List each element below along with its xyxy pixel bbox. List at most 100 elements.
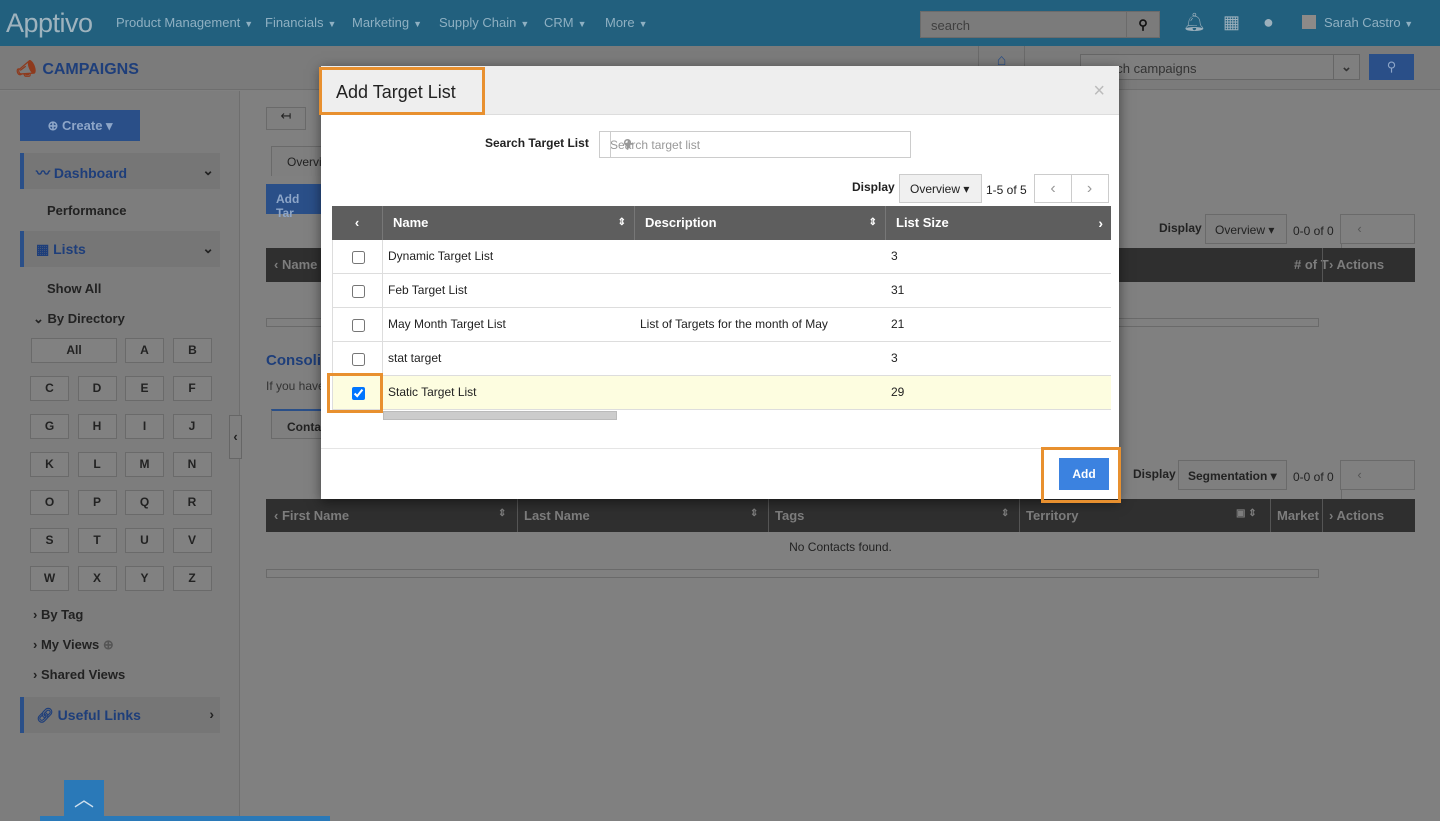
name-cell[interactable]: Feb Target List — [383, 274, 635, 307]
sidebar-item-lists[interactable]: ▦ Lists ⌄ — [20, 231, 220, 267]
letter-a[interactable]: A — [125, 338, 164, 363]
description-column[interactable]: Description ⇕ — [635, 206, 886, 240]
close-icon[interactable]: × — [1093, 80, 1105, 103]
letter-r[interactable]: R — [172, 490, 212, 515]
letter-e[interactable]: E — [125, 376, 164, 401]
name-column[interactable]: ‹ Name — [274, 257, 317, 272]
campaign-search-input[interactable]: search campaigns ⌄ — [1080, 54, 1360, 80]
display-select[interactable]: Overview ▾ — [1205, 214, 1287, 244]
global-search-input[interactable]: search ⚲ — [920, 11, 1160, 38]
search-icon[interactable]: ⚲ — [1126, 12, 1159, 37]
prev-page-button[interactable]: ‹ — [1341, 215, 1378, 243]
list-size-column[interactable]: List Size › — [886, 206, 1111, 240]
campaign-search-button[interactable]: ⚲ — [1369, 54, 1414, 80]
letter-s[interactable]: S — [30, 528, 69, 553]
letter-o[interactable]: O — [30, 490, 69, 515]
people-icon[interactable]: ● — [1263, 12, 1274, 33]
bell-icon[interactable]: 🔔︎ — [1183, 12, 1206, 33]
letter-t[interactable]: T — [77, 528, 117, 553]
letter-k[interactable]: K — [30, 452, 69, 477]
letter-j[interactable]: J — [172, 414, 212, 439]
filter-icon[interactable]: ▣ ⇕ — [1236, 508, 1257, 519]
table-row[interactable]: May Month Target List List of Targets fo… — [332, 308, 1111, 342]
first-name-column[interactable]: ‹ First Name — [274, 508, 349, 523]
store-icon[interactable]: ▦ — [1223, 12, 1240, 33]
letter-b[interactable]: B — [173, 338, 212, 363]
sidebar-item-by-directory[interactable]: ⌄ By Directory — [33, 311, 125, 327]
horizontal-scrollbar[interactable] — [383, 411, 617, 420]
display-select[interactable]: Segmentation ▾ — [1178, 460, 1287, 490]
tags-column[interactable]: Tags — [768, 499, 810, 532]
name-cell[interactable]: stat target — [383, 342, 635, 375]
sidebar-item-my-views[interactable]: › My Views ⊕ — [33, 637, 114, 653]
create-button[interactable]: ⊕ Create ▾ — [20, 110, 140, 141]
sidebar-item-dashboard[interactable]: 〰 Dashboard ⌄ — [20, 153, 220, 189]
display-select[interactable]: Overview ▾ — [899, 174, 982, 203]
letter-g[interactable]: G — [30, 414, 69, 439]
nav-product-management[interactable]: Product Management ▼ — [116, 15, 253, 30]
territory-column[interactable]: Territory — [1019, 499, 1085, 532]
scroll-up-button[interactable]: ︿ — [64, 780, 104, 821]
letter-y[interactable]: Y — [125, 566, 164, 591]
last-name-column[interactable]: Last Name — [517, 499, 596, 532]
sidebar-item-show-all[interactable]: Show All — [47, 281, 101, 296]
letter-p[interactable]: P — [77, 490, 117, 515]
table-row[interactable]: Dynamic Target List 3 — [332, 240, 1111, 274]
back-button[interactable]: ↤ — [266, 107, 306, 130]
add-button[interactable]: Add — [1059, 458, 1109, 490]
collapse-sidebar-button[interactable]: ‹ — [229, 415, 242, 459]
nav-marketing[interactable]: Marketing ▼ — [352, 15, 422, 30]
plus-icon[interactable]: + — [610, 132, 646, 157]
row-checkbox[interactable] — [352, 285, 365, 298]
letter-d[interactable]: D — [77, 376, 117, 401]
letter-m[interactable]: M — [125, 452, 164, 477]
apptivo-logo[interactable]: Apptivo — [6, 8, 93, 39]
letter-l[interactable]: L — [77, 452, 117, 477]
chevron-down-icon[interactable]: ⌄ — [1333, 55, 1359, 79]
letter-h[interactable]: H — [77, 414, 117, 439]
market-column[interactable]: Market — [1270, 499, 1325, 532]
letter-i[interactable]: I — [125, 414, 164, 439]
app-title[interactable]: 📣︎ CAMPAIGNS — [16, 59, 139, 79]
sidebar-item-shared-views[interactable]: › Shared Views — [33, 667, 125, 682]
letter-z[interactable]: Z — [172, 566, 212, 591]
next-page-button[interactable]: › — [1071, 175, 1107, 202]
letter-v[interactable]: V — [172, 528, 212, 553]
nav-more[interactable]: More ▼ — [605, 15, 648, 30]
name-cell[interactable]: Static Target List — [383, 376, 635, 409]
letter-all[interactable]: All — [31, 338, 117, 363]
scroll-left-icon[interactable]: ‹ — [332, 206, 383, 240]
nav-supply-chain[interactable]: Supply Chain ▼ — [439, 15, 529, 30]
letter-n[interactable]: N — [172, 452, 212, 477]
sidebar-item-useful-links[interactable]: 🔗︎ Useful Links › — [20, 697, 220, 733]
letter-c[interactable]: C — [30, 376, 69, 401]
add-view-icon[interactable]: ⊕ — [103, 637, 114, 652]
letter-q[interactable]: Q — [125, 490, 164, 515]
nav-financials[interactable]: Financials ▼ — [265, 15, 336, 30]
actions-column[interactable]: › Actions — [1322, 499, 1390, 532]
sidebar-item-performance[interactable]: Performance — [47, 203, 126, 218]
user-menu[interactable]: Sarah Castro ▼ — [1302, 15, 1413, 30]
letter-w[interactable]: W — [30, 566, 69, 591]
prev-page-button[interactable]: ‹ — [1035, 175, 1071, 202]
sidebar-item-by-tag[interactable]: › By Tag — [33, 607, 83, 622]
name-column[interactable]: Name ⇕ — [383, 206, 635, 240]
name-cell[interactable]: May Month Target List — [383, 308, 635, 341]
row-checkbox[interactable] — [352, 319, 365, 332]
table-row[interactable]: Feb Target List 31 — [332, 274, 1111, 308]
letter-x[interactable]: X — [77, 566, 117, 591]
table-row[interactable]: stat target 3 — [332, 342, 1111, 376]
horizontal-scrollbar[interactable] — [266, 569, 1319, 578]
letter-u[interactable]: U — [125, 528, 164, 553]
actions-column[interactable]: › Actions — [1322, 248, 1390, 282]
add-target-button[interactable]: Add Tar — [266, 184, 321, 220]
row-checkbox[interactable] — [352, 353, 365, 366]
scroll-right-icon[interactable]: › — [1098, 206, 1103, 240]
target-list-search-input[interactable]: Search target list ⚲ + — [599, 131, 911, 158]
prev-page-button[interactable]: ‹ — [1341, 461, 1378, 489]
nav-crm[interactable]: CRM ▼ — [544, 15, 587, 30]
row-checkbox[interactable] — [352, 251, 365, 264]
letter-f[interactable]: F — [172, 376, 212, 401]
table-row[interactable]: Static Target List 29 — [332, 376, 1111, 410]
name-cell[interactable]: Dynamic Target List — [383, 240, 635, 273]
